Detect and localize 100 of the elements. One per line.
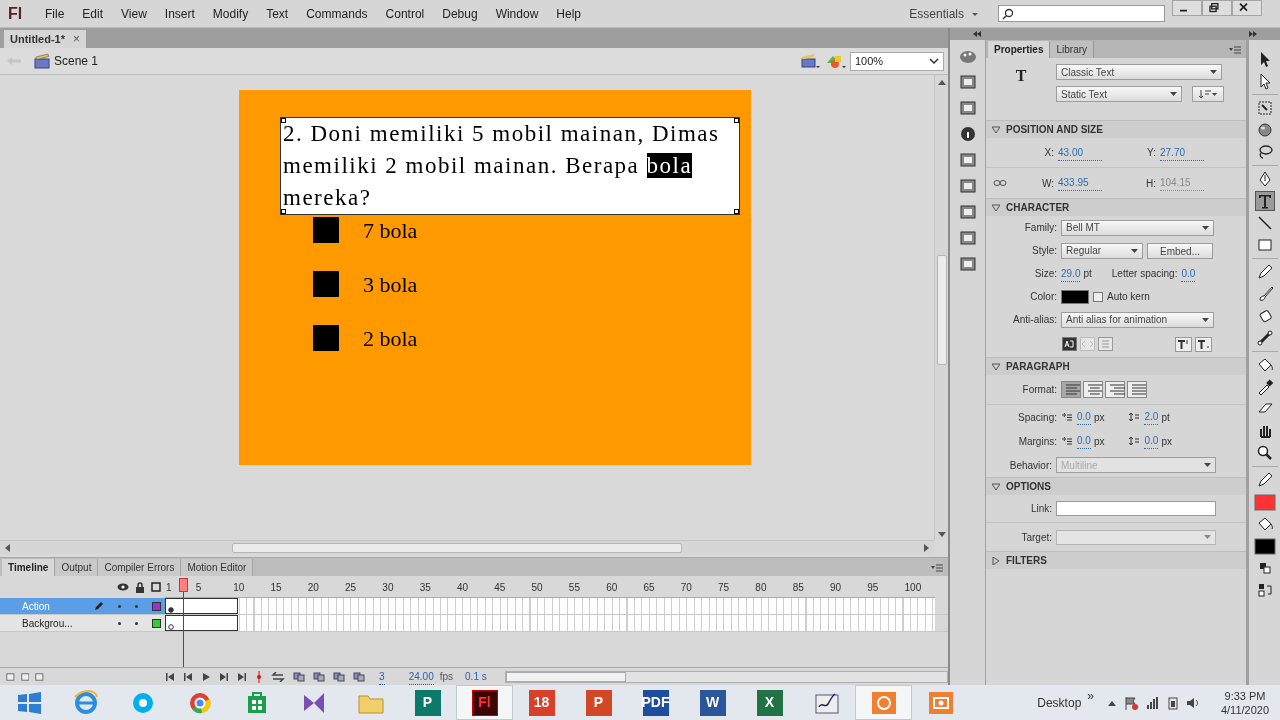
swap-colors-icon[interactable]	[1255, 581, 1274, 599]
scroll-up-icon[interactable]	[937, 79, 946, 85]
resize-handle[interactable]	[281, 209, 286, 214]
text-tool-icon[interactable]	[1255, 192, 1274, 210]
toolbar-label[interactable]: Desktop	[1037, 693, 1082, 712]
last-frame-icon[interactable]	[237, 671, 248, 682]
scroll-right-icon[interactable]	[924, 543, 930, 552]
menu-item[interactable]: Control	[376, 4, 434, 23]
workspace-switcher[interactable]: Essentials	[909, 4, 964, 23]
signal-bars-icon[interactable]	[1146, 695, 1160, 710]
menu-item[interactable]: Text	[257, 4, 298, 23]
taskbar-app[interactable]: P	[399, 685, 456, 720]
chevron-button[interactable]: »	[1087, 687, 1094, 705]
menu-item[interactable]: Edit	[73, 4, 113, 23]
document-tab[interactable]: Untitled-1* ×	[4, 30, 86, 48]
section-header[interactable]: CHARACTER	[986, 198, 1246, 216]
embed-button[interactable]: Embed...	[1147, 242, 1213, 259]
pencil-icon[interactable]	[1255, 471, 1274, 489]
battery-icon[interactable]	[1168, 695, 1178, 710]
superscript-icon[interactable]	[1175, 336, 1192, 352]
expand-right-icon[interactable]	[1248, 31, 1258, 37]
menu-item[interactable]: View	[112, 4, 156, 23]
font-family-dropdown[interactable]: Bell MT	[1061, 219, 1214, 236]
menu-item[interactable]: File	[36, 4, 74, 23]
scroll-left-icon[interactable]	[4, 543, 10, 552]
taskbar-app[interactable]: W	[684, 685, 741, 720]
scroll-down-icon[interactable]	[937, 532, 946, 538]
zoom-dropdown[interactable]: 100%	[850, 51, 944, 71]
value-field[interactable]: 433.95	[1058, 175, 1102, 191]
value-field[interactable]: 27.70	[1160, 144, 1204, 161]
color-swatch[interactable]	[1253, 493, 1276, 511]
keyframe-span[interactable]	[165, 598, 238, 614]
lock-icon[interactable]	[135, 581, 145, 593]
first-frame-icon[interactable]	[165, 671, 176, 682]
sphere-icon[interactable]	[1255, 121, 1274, 139]
outline-icon[interactable]	[151, 582, 161, 592]
panel-tab[interactable]: Compiler Errors	[98, 559, 182, 576]
layer-color-swatch[interactable]	[152, 601, 161, 611]
link-field[interactable]	[1056, 501, 1216, 516]
resize-handle[interactable]	[734, 118, 739, 123]
scroll-thumb[interactable]	[936, 255, 947, 365]
align-justify-icon[interactable]	[1127, 381, 1147, 398]
section-header[interactable]: PARAGRAPH	[986, 357, 1246, 375]
taskbar-app[interactable]: Fl	[456, 685, 513, 720]
palette-icon[interactable]	[958, 48, 977, 64]
restore-icon[interactable]	[1202, 0, 1232, 16]
current-frame-value[interactable]: 3	[379, 668, 385, 685]
subscript-icon[interactable]	[1195, 336, 1212, 352]
panel-tab[interactable]: Library	[1050, 41, 1095, 58]
taskbar-app[interactable]: P	[570, 685, 627, 720]
section-header[interactable]: FILTERS	[986, 551, 1246, 569]
step-forward-icon[interactable]	[219, 671, 230, 682]
text-engine-dropdown[interactable]: Classic Text	[1056, 64, 1222, 80]
playhead[interactable]	[178, 578, 188, 667]
orientation-dropdown[interactable]	[1192, 86, 1224, 102]
menu-item[interactable]: Window	[486, 4, 548, 23]
zoom-icon[interactable]	[1255, 444, 1274, 462]
vertical-scrollbar[interactable]	[934, 75, 948, 540]
value-field[interactable]: 0.0	[1077, 433, 1091, 449]
font-style-dropdown[interactable]: Regular	[1061, 242, 1143, 259]
clock-time[interactable]: 9:33 PM	[1224, 688, 1266, 703]
search-field[interactable]	[998, 5, 1165, 22]
panel-tab[interactable]: Output	[55, 559, 99, 576]
close-icon[interactable]	[1232, 0, 1262, 16]
scene-label[interactable]: Scene 1	[54, 52, 99, 70]
bone-icon[interactable]	[1255, 329, 1274, 347]
close-tab-button[interactable]: ×	[73, 30, 80, 48]
color-swatch[interactable]	[1061, 289, 1089, 304]
keyframe-icon[interactable]	[168, 624, 174, 630]
menu-item[interactable]: Insert	[155, 4, 204, 23]
section-header[interactable]: POSITION AND SIZE	[986, 120, 1246, 138]
layer-color-swatch[interactable]	[152, 618, 161, 628]
keyframe-icon[interactable]	[168, 607, 174, 613]
panel-menu-icon[interactable]	[930, 562, 944, 574]
value-field[interactable]: 0.0	[1181, 265, 1196, 282]
value-field[interactable]: 43.00	[1058, 144, 1102, 161]
value-field[interactable]: 0.0	[1077, 409, 1091, 425]
loop-icon[interactable]	[271, 671, 286, 682]
flag-icon[interactable]	[1124, 695, 1138, 710]
frame-rate-value[interactable]: 24.00	[408, 668, 434, 685]
collapse-left-icon[interactable]	[972, 31, 982, 37]
menu-item[interactable]: Commands	[297, 4, 377, 23]
color-swatch[interactable]	[1253, 537, 1276, 555]
horizontal-scrollbar[interactable]	[504, 670, 948, 683]
rectangle-icon[interactable]	[1255, 236, 1274, 254]
link-chain-icon[interactable]	[993, 178, 1007, 188]
free-transform-icon[interactable]	[1255, 99, 1274, 117]
panel-tab[interactable]: Motion Editor	[181, 559, 254, 576]
text-box[interactable]: 2. Doni memiliki 5 mobil mainan, Dimas memiliki 2 mobil mainan. Berapa bola mereka?	[280, 117, 740, 215]
align-right-icon[interactable]	[1105, 381, 1125, 398]
value-field[interactable]: 0.0	[1144, 433, 1159, 449]
line-icon[interactable]	[1255, 214, 1274, 232]
center-frame-icon[interactable]	[255, 670, 264, 683]
resize-handle[interactable]	[734, 209, 739, 214]
pencil-icon[interactable]	[1255, 263, 1274, 281]
speaker-icon[interactable]	[1186, 695, 1200, 710]
horizontal-scrollbar[interactable]	[0, 540, 934, 554]
value-field[interactable]: 2.0	[1144, 409, 1159, 425]
caret-up-icon[interactable]	[1108, 699, 1116, 706]
step-back-icon[interactable]	[183, 671, 194, 682]
